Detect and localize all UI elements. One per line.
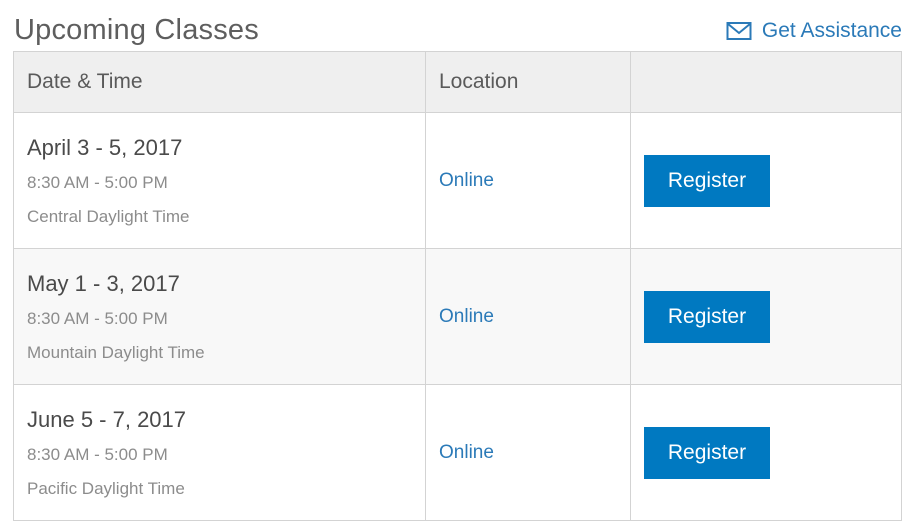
action-cell: Register <box>630 384 902 521</box>
page-header: Upcoming Classes Get Assistance <box>14 10 902 50</box>
location-cell: Online <box>425 248 631 385</box>
location-cell: Online <box>425 112 631 249</box>
location-link[interactable]: Online <box>439 442 494 463</box>
register-button[interactable]: Register <box>644 154 770 207</box>
class-timezone: Mountain Daylight Time <box>27 342 205 362</box>
table-header-row: Date & Time Location <box>13 51 902 113</box>
date-time-cell: May 1 - 3, 2017 8:30 AM - 5:00 PM Mounta… <box>13 248 426 385</box>
date-time-cell: June 5 - 7, 2017 8:30 AM - 5:00 PM Pacif… <box>13 384 426 521</box>
page-title: Upcoming Classes <box>14 14 259 46</box>
table-row: May 1 - 3, 2017 8:30 AM - 5:00 PM Mounta… <box>13 248 902 385</box>
location-link[interactable]: Online <box>439 306 494 327</box>
date-time-cell: April 3 - 5, 2017 8:30 AM - 5:00 PM Cent… <box>13 112 426 249</box>
column-header-location: Location <box>425 51 631 113</box>
class-date: May 1 - 3, 2017 <box>27 270 180 296</box>
action-cell: Register <box>630 248 902 385</box>
class-date: June 5 - 7, 2017 <box>27 406 187 432</box>
classes-table: Date & Time Location April 3 - 5, 2017 8… <box>13 51 902 521</box>
table-row: April 3 - 5, 2017 8:30 AM - 5:00 PM Cent… <box>13 112 902 249</box>
class-time: 8:30 AM - 5:00 PM <box>27 444 168 464</box>
location-link[interactable]: Online <box>439 170 494 191</box>
action-cell: Register <box>630 112 902 249</box>
get-assistance-label[interactable]: Get Assistance <box>762 19 902 43</box>
table-row: June 5 - 7, 2017 8:30 AM - 5:00 PM Pacif… <box>13 384 902 521</box>
class-time: 8:30 AM - 5:00 PM <box>27 172 168 192</box>
column-header-action <box>630 51 902 113</box>
register-button[interactable]: Register <box>644 290 770 343</box>
location-cell: Online <box>425 384 631 521</box>
column-header-date-time: Date & Time <box>13 51 426 113</box>
get-assistance-link[interactable]: Get Assistance <box>726 19 902 43</box>
class-timezone: Central Daylight Time <box>27 206 190 226</box>
register-button[interactable]: Register <box>644 426 770 479</box>
class-date: April 3 - 5, 2017 <box>27 134 183 160</box>
envelope-icon <box>726 21 752 41</box>
class-time: 8:30 AM - 5:00 PM <box>27 308 168 328</box>
class-timezone: Pacific Daylight Time <box>27 478 185 498</box>
